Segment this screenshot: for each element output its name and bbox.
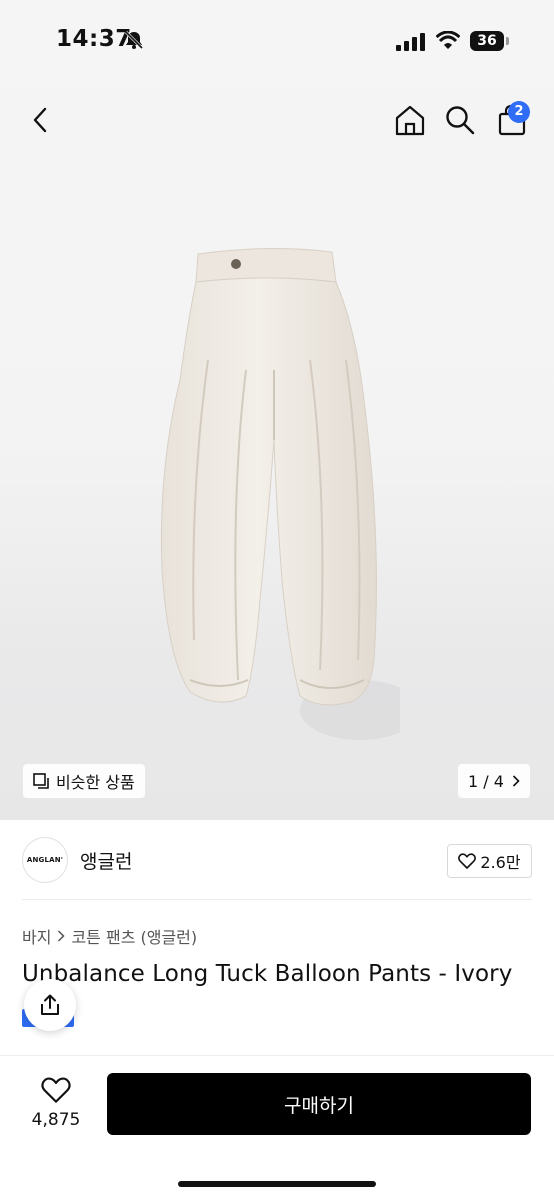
buy-button-label: 구매하기	[284, 1094, 354, 1117]
divider	[22, 899, 532, 900]
chevron-right-icon	[512, 775, 520, 787]
product-image	[160, 247, 400, 740]
share-button[interactable]	[24, 979, 76, 1031]
home-indicator	[178, 1181, 376, 1187]
battery-indicator: 36	[470, 31, 504, 51]
gallery-page-indicator[interactable]: 1 / 4	[458, 764, 530, 798]
search-button[interactable]	[440, 100, 480, 140]
chevron-left-icon	[33, 107, 47, 133]
similar-products-label: 비슷한 상품	[56, 773, 135, 792]
back-button[interactable]	[22, 102, 58, 138]
cart-count-badge: 2	[508, 101, 530, 123]
similar-products-button[interactable]: 비슷한 상품	[23, 764, 145, 798]
brand-logo[interactable]: ANGLAN'	[22, 837, 68, 883]
home-button[interactable]	[390, 100, 430, 140]
product-image-gallery[interactable]: 14:37 36 2 비슷한 상품 1 / 4	[0, 0, 554, 820]
heart-icon	[458, 853, 477, 869]
search-icon	[446, 106, 475, 135]
heart-icon	[41, 1077, 71, 1103]
similar-items-icon	[33, 772, 49, 789]
brand-logo-text: ANGLAN'	[26, 856, 64, 864]
cellular-signal-icon	[396, 33, 425, 51]
share-icon	[41, 994, 59, 1015]
brand-name[interactable]: 앵글런	[80, 847, 132, 874]
breadcrumb: 바지 코튼 팬츠 (앵글런)	[22, 924, 197, 948]
page-indicator-text: 1 / 4	[468, 771, 504, 791]
bell-slash-icon	[124, 30, 144, 50]
home-icon	[395, 105, 425, 136]
brand-like-button[interactable]: 2.6만	[447, 844, 532, 878]
status-time: 14:37	[56, 26, 132, 52]
wifi-icon	[436, 31, 460, 49]
brand-like-count: 2.6만	[480, 853, 521, 872]
wishlist-button[interactable]: 4,875	[26, 1076, 86, 1130]
battery-cap	[506, 37, 509, 45]
wishlist-count: 4,875	[31, 1110, 81, 1130]
product-title: Unbalance Long Tuck Balloon Pants - Ivor…	[22, 961, 513, 987]
chevron-right-icon	[58, 930, 66, 942]
buy-button[interactable]: 구매하기	[107, 1073, 531, 1135]
breadcrumb-category[interactable]: 바지	[22, 924, 51, 948]
breadcrumb-subcategory[interactable]: 코튼 팬츠 (앵글런)	[71, 924, 197, 948]
